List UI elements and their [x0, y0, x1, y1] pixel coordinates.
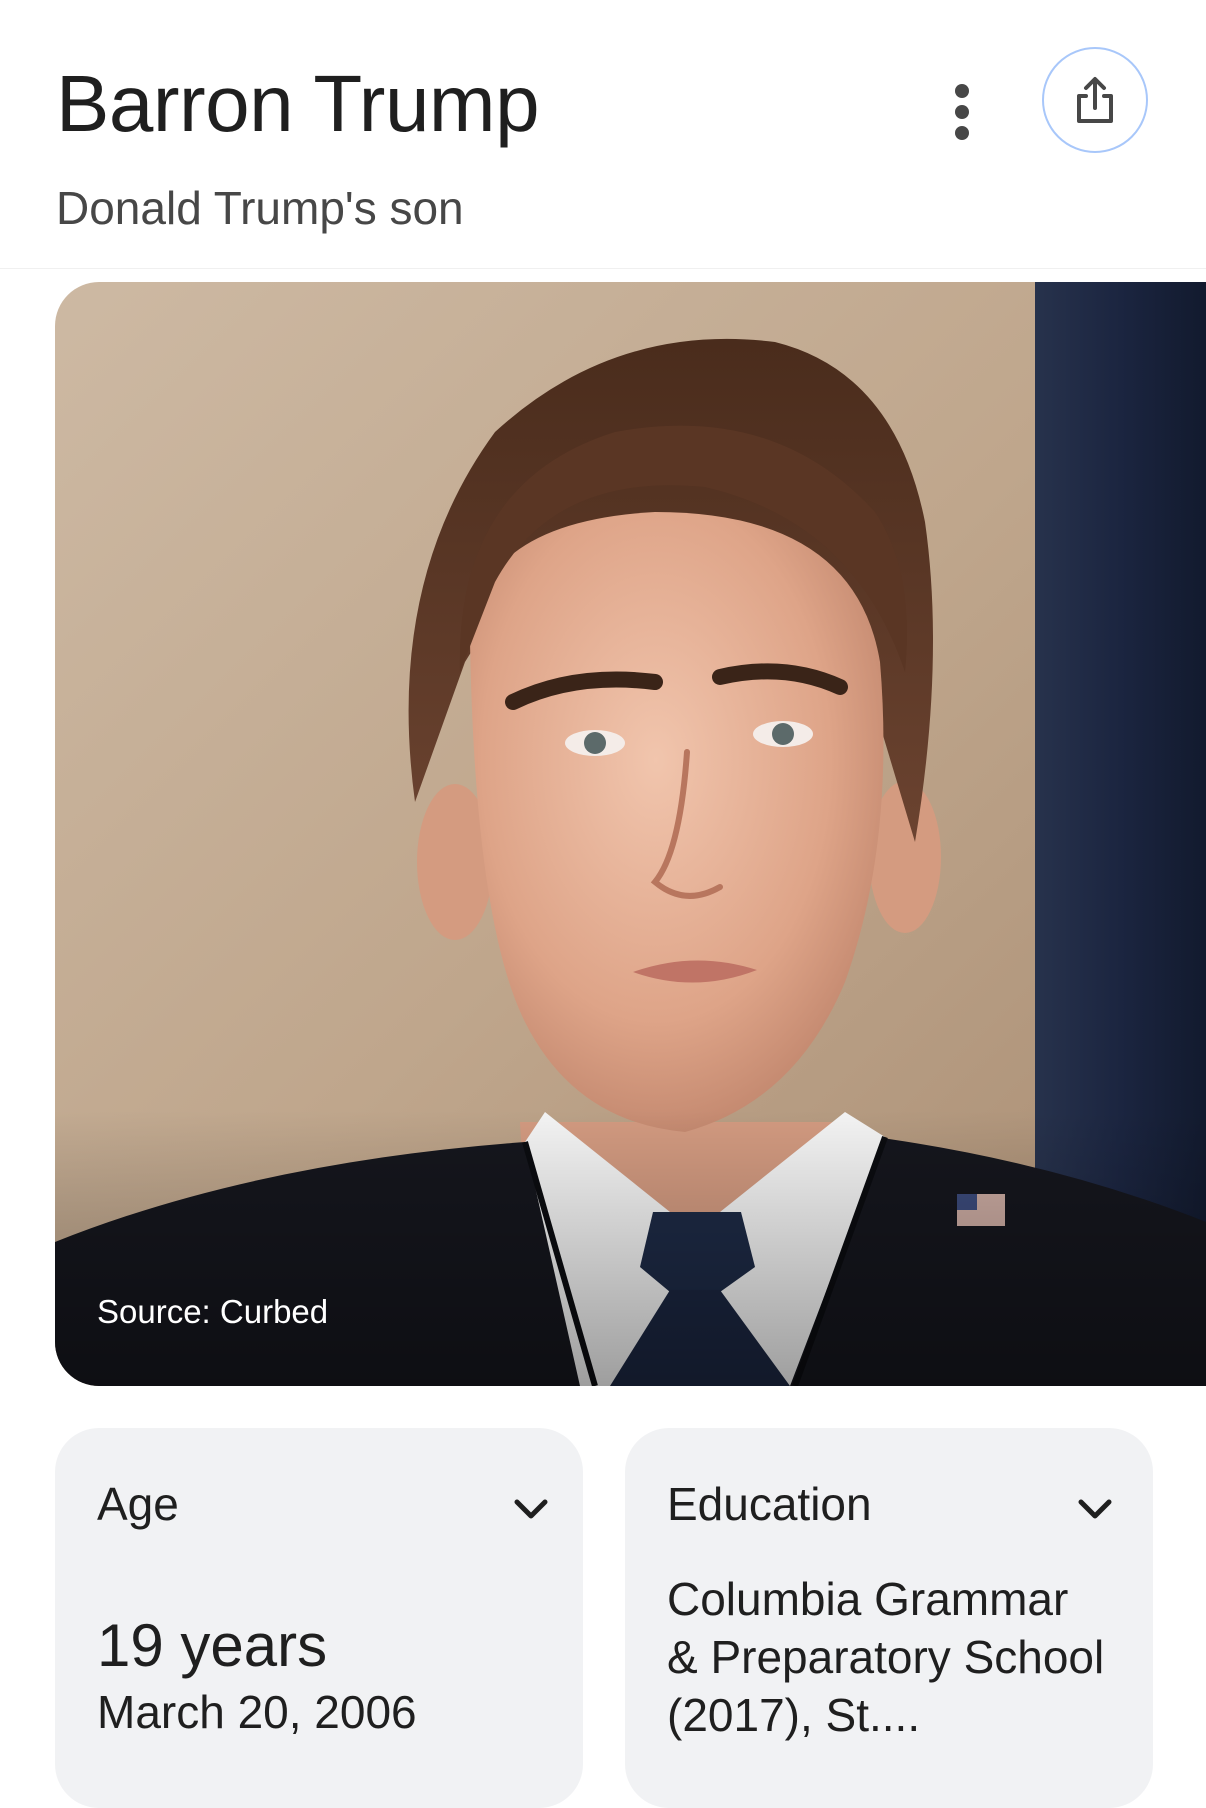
more-options-button[interactable] — [936, 76, 988, 148]
education-value: Columbia Grammar & Preparatory School (2… — [667, 1573, 1105, 1741]
portrait-image — [55, 282, 1206, 1386]
chevron-down-icon — [514, 1499, 548, 1519]
more-vert-icon — [955, 84, 969, 140]
entity-subtitle: Donald Trump's son — [56, 182, 464, 234]
profile-photo[interactable]: Source: Curbed — [55, 282, 1206, 1386]
birth-date: March 20, 2006 — [97, 1686, 417, 1738]
share-button[interactable] — [1042, 47, 1148, 153]
entity-title: Barron Trump — [56, 59, 540, 148]
chevron-down-icon — [1078, 1499, 1112, 1519]
knowledge-panel-header: Barron Trump Donald Trump's son — [0, 0, 1206, 269]
age-card[interactable]: Age 19 years March 20, 2006 — [55, 1428, 583, 1808]
education-card-label: Education — [667, 1478, 872, 1530]
share-icon — [1077, 77, 1113, 123]
age-value: 19 years — [97, 1612, 328, 1679]
education-card[interactable]: Education Columbia Grammar & Preparatory… — [625, 1428, 1153, 1808]
age-card-label: Age — [97, 1478, 179, 1530]
image-source-label[interactable]: Source: Curbed — [97, 1292, 328, 1332]
